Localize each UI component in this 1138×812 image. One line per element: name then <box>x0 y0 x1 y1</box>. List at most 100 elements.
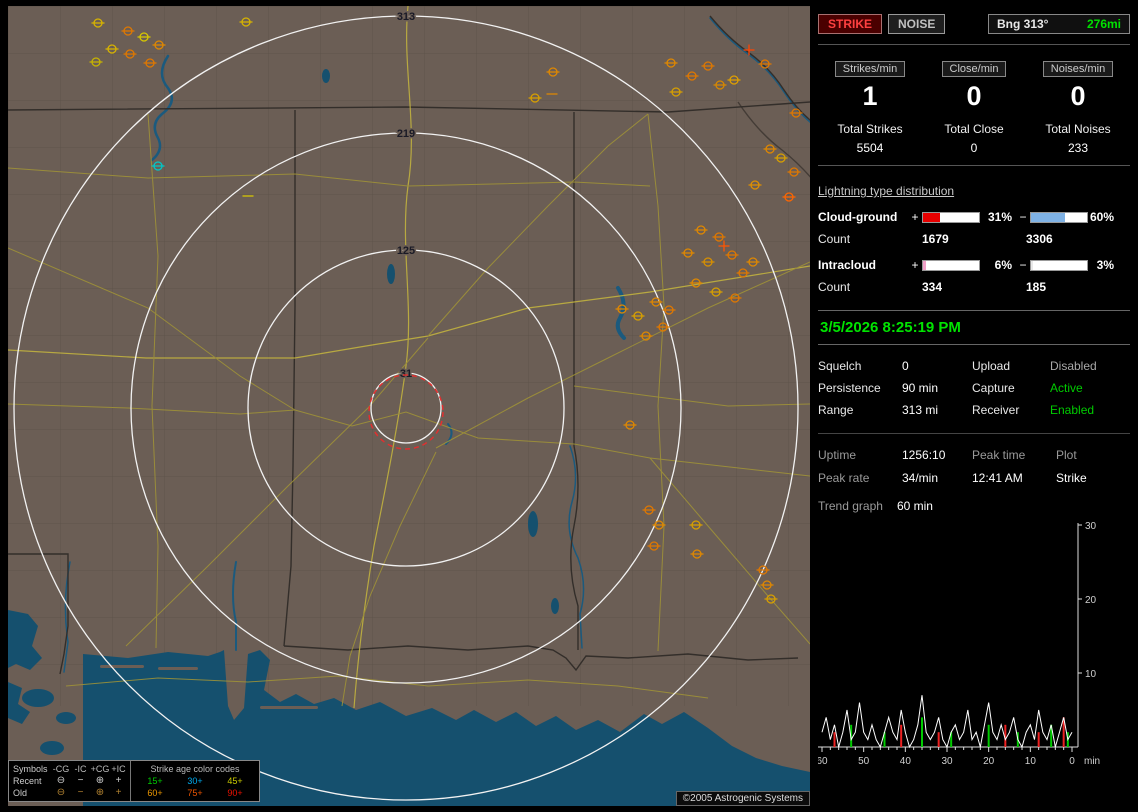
ic-negative-pct: 3% <box>1088 258 1118 272</box>
datetime-display: 3/5/2026 8:25:19 PM <box>818 310 1130 345</box>
range-label: Range <box>818 403 902 417</box>
bearing-label: Bng 313° <box>997 17 1048 31</box>
total-noises-label: Total Noises <box>1026 122 1130 136</box>
strikes-per-min-value: 1 <box>818 81 922 112</box>
squelch-value: 0 <box>902 359 972 373</box>
upload-status: Disabled <box>1050 359 1130 373</box>
ic-positive-bar-fill <box>923 261 926 270</box>
cg-positive-count: 1679 <box>922 232 1026 246</box>
bearing-display: Bng 313° 276mi <box>988 14 1130 34</box>
total-strikes-label: Total Strikes <box>818 122 922 136</box>
trend-graph-window: 60 min <box>897 499 933 513</box>
noise-button[interactable]: NOISE <box>888 14 945 34</box>
cg-positive-bar <box>922 212 980 223</box>
pos-cg-recent-icon: ⊕ <box>90 775 110 787</box>
rate-values-row: 1 0 0 <box>818 81 1130 112</box>
panel-toolbar: STRIKE NOISE Bng 313° 276mi <box>818 6 1130 34</box>
total-noises-value: 233 <box>1026 141 1130 155</box>
persistence-label: Persistence <box>818 381 902 395</box>
bearing-distance: 276mi <box>1087 17 1121 31</box>
svg-text:60: 60 <box>818 756 828 767</box>
close-per-min-label: Close/min <box>942 61 1007 77</box>
cloud-ground-label: Cloud-ground <box>818 210 908 224</box>
legend-symbols-header: Symbols <box>13 763 51 775</box>
legend-age-codes: Strike age color codes 15+ 30+ 45+ 60+ 7… <box>131 761 259 801</box>
legend-col-pos-cg: +CG <box>90 763 110 775</box>
copyright-notice: ©2005 Astrogenic Systems <box>676 791 810 806</box>
age-15: 15+ <box>135 775 175 787</box>
pos-cg-old-icon: ⊕ <box>90 787 110 799</box>
cloud-ground-count-row: Count 1679 3306 <box>818 232 1130 246</box>
count-label: Count <box>818 232 922 246</box>
peak-rate-label: Peak rate <box>818 471 902 485</box>
peak-time-value: 12:41 AM <box>972 471 1056 485</box>
svg-text:50: 50 <box>858 756 870 767</box>
strikes-per-min-label: Strikes/min <box>835 61 905 77</box>
receiver-label: Receiver <box>972 403 1050 417</box>
rate-labels-row: Strikes/min Close/min Noises/min <box>818 61 1130 77</box>
svg-text:125: 125 <box>397 245 415 257</box>
trend-header: Trend graph 60 min <box>818 499 1130 513</box>
svg-text:30: 30 <box>1085 521 1097 532</box>
intracloud-label: Intracloud <box>818 258 908 272</box>
ic-positive-count: 334 <box>922 280 1026 294</box>
pos-ic-old-icon: + <box>110 787 127 799</box>
legend-row-recent-label: Recent <box>13 775 51 787</box>
lightning-map[interactable]: 31321912531 Symbols -CG -IC +CG +IC Rece… <box>8 6 810 806</box>
total-strikes-value: 5504 <box>818 141 922 155</box>
capture-label: Capture <box>972 381 1050 395</box>
age-60: 60+ <box>135 787 175 799</box>
trend-graph-label: Trend graph <box>818 499 883 513</box>
cg-positive-pct: 31% <box>980 210 1016 224</box>
legend-col-neg-cg: -CG <box>51 763 71 775</box>
ic-positive-bar <box>922 260 980 271</box>
uptime-label: Uptime <box>818 448 902 462</box>
age-30: 30+ <box>175 775 215 787</box>
uptime-value: 1256:10 <box>902 448 972 462</box>
totals-values-row: 5504 0 233 <box>818 141 1130 155</box>
plot-value: Strike <box>1056 471 1130 485</box>
neg-cg-recent-icon: ⊖ <box>51 775 71 787</box>
cg-negative-bar-fill <box>1031 213 1065 222</box>
age-90: 90+ <box>215 787 255 799</box>
ic-negative-count: 185 <box>1026 280 1130 294</box>
count-label: Count <box>818 280 922 294</box>
ic-positive-pct: 6% <box>980 258 1016 272</box>
ic-negative-bar <box>1030 260 1088 271</box>
status-panel: STRIKE NOISE Bng 313° 276mi Strikes/min … <box>818 6 1130 806</box>
neg-ic-recent-icon: − <box>71 775 90 787</box>
persistence-value: 90 min <box>902 381 972 395</box>
plus-sign: + <box>908 258 922 272</box>
noises-per-min-value: 0 <box>1026 81 1130 112</box>
upload-label: Upload <box>972 359 1050 373</box>
age-75: 75+ <box>175 787 215 799</box>
capture-status: Active <box>1050 381 1130 395</box>
receiver-status: Enabled <box>1050 403 1130 417</box>
divider <box>818 165 1130 166</box>
settings-grid: Squelch 0 Upload Disabled Persistence 90… <box>818 359 1130 417</box>
legend-age-header: Strike age color codes <box>135 763 255 775</box>
svg-text:20: 20 <box>1085 595 1097 606</box>
peak-rate-value: 34/min <box>902 471 972 485</box>
legend-row-old-label: Old <box>13 787 51 799</box>
cg-negative-pct: 60% <box>1088 210 1118 224</box>
svg-text:40: 40 <box>900 756 912 767</box>
trend-graph: 1020306050403020100min <box>818 519 1130 771</box>
intracloud-row: Intracloud + 6% − 3% <box>818 258 1130 272</box>
strike-button[interactable]: STRIKE <box>818 14 882 34</box>
totals-labels-row: Total Strikes Total Close Total Noises <box>818 122 1130 136</box>
divider <box>818 44 1130 45</box>
svg-text:10: 10 <box>1085 669 1097 680</box>
svg-text:0: 0 <box>1069 756 1075 767</box>
neg-cg-old-icon: ⊖ <box>51 787 71 799</box>
plus-sign: + <box>908 210 922 224</box>
svg-text:219: 219 <box>397 128 415 140</box>
close-per-min-value: 0 <box>922 81 1026 112</box>
pos-ic-recent-icon: + <box>110 775 127 787</box>
legend-col-pos-ic: +IC <box>110 763 127 775</box>
map-legend: Symbols -CG -IC +CG +IC Recent ⊖ − ⊕ + O… <box>8 760 260 802</box>
svg-text:313: 313 <box>397 11 415 23</box>
cg-negative-count: 3306 <box>1026 232 1130 246</box>
minus-sign: − <box>1016 258 1030 272</box>
total-close-label: Total Close <box>922 122 1026 136</box>
